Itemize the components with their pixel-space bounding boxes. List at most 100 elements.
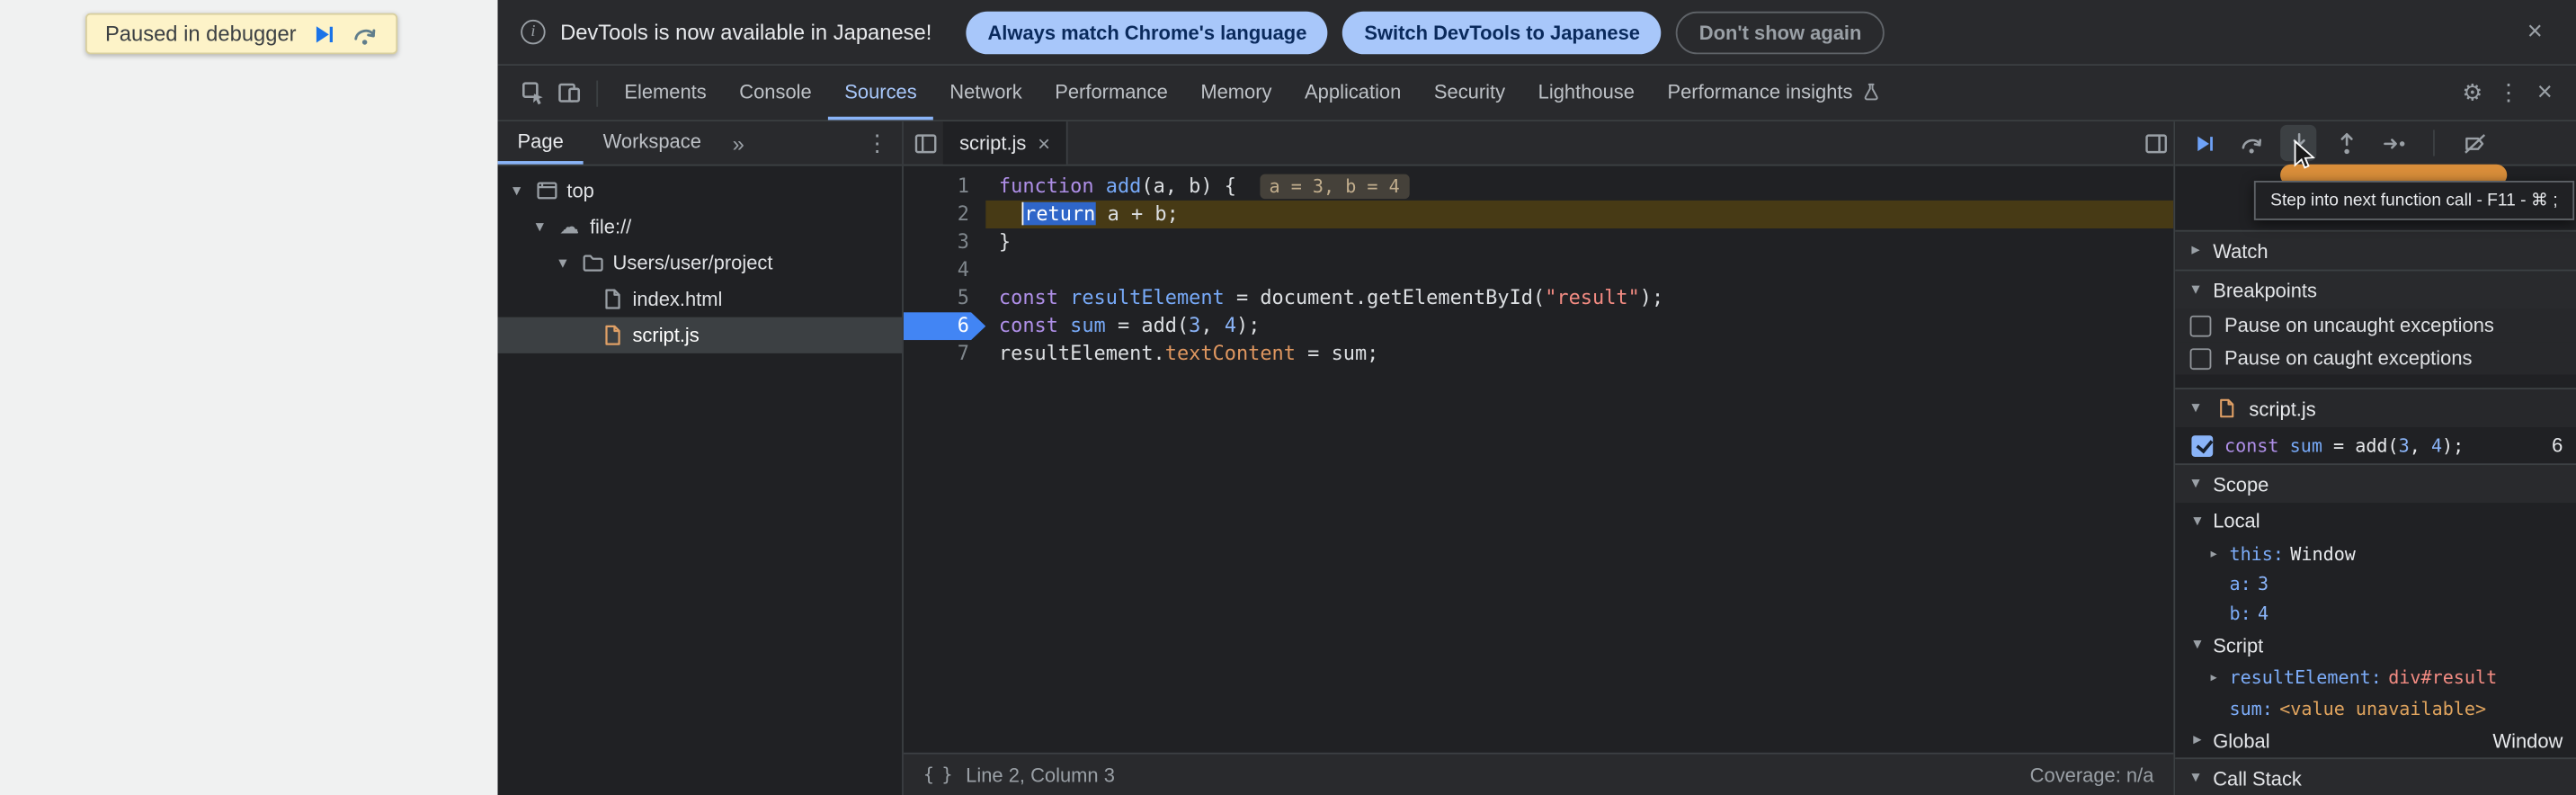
scope-a[interactable]: a: 3 [2175, 568, 2576, 598]
device-toolbar-icon[interactable] [550, 75, 586, 111]
page-background: Paused in debugger [0, 0, 498, 795]
code-line-2-execution[interactable]: 2 return a + b; [904, 201, 2173, 228]
infobar-close-icon[interactable]: × [2517, 14, 2553, 50]
sources-panel: Page Workspace » ⋮ ▾ top ▾ ☁ [498, 121, 2576, 795]
tab-performance-insights[interactable]: Performance insights [1651, 66, 1897, 120]
scope-var-name: resultElement: [2229, 667, 2381, 689]
switch-devtools-japanese-button[interactable]: Switch DevTools to Japanese [1343, 11, 1662, 54]
collapse-arrow-icon[interactable]: ▾ [2188, 636, 2206, 654]
code-line-7[interactable]: 7 resultElement.textContent = sum; [904, 340, 2173, 368]
collapse-arrow-icon[interactable]: ▾ [2188, 512, 2206, 530]
line-number[interactable]: 5 [904, 284, 985, 312]
code-line-5[interactable]: 5 const resultElement = document.getElem… [904, 284, 2173, 312]
tab-network[interactable]: Network [933, 66, 1038, 120]
step-over-icon[interactable] [352, 21, 379, 47]
tree-item-index-html[interactable]: index.html [498, 281, 902, 317]
tree-item-label: file:// [590, 215, 631, 238]
tab-console[interactable]: Console [723, 66, 828, 120]
breakpoint-file-group[interactable]: ▾ script.js [2175, 388, 2576, 427]
tree-item-top[interactable]: ▾ top [498, 173, 902, 209]
code-line-4[interactable]: 4 [904, 256, 2173, 284]
collapse-arrow-icon[interactable]: ▸ [2187, 242, 2205, 260]
scope-b[interactable]: b: 4 [2175, 598, 2576, 628]
line-number[interactable]: 2 [904, 201, 985, 228]
expand-arrow-icon[interactable]: ▾ [530, 218, 548, 236]
call-stack-section-header[interactable]: ▾ Call Stack [2175, 757, 2576, 795]
tree-item-script-js[interactable]: script.js [498, 317, 902, 353]
pause-uncaught-exceptions-row[interactable]: Pause on uncaught exceptions [2175, 309, 2576, 343]
line-number[interactable]: 3 [904, 228, 985, 256]
code-line-3[interactable]: 3 } [904, 228, 2173, 256]
script-document-icon [598, 322, 626, 348]
scope-local-group[interactable]: ▾ Local [2175, 503, 2576, 539]
tree-item-file-scheme[interactable]: ▾ ☁ file:// [498, 209, 902, 245]
file-tab-script-js[interactable]: script.js × [943, 121, 1068, 165]
deactivate-breakpoints-icon[interactable] [2456, 125, 2492, 161]
navigator-menu-icon[interactable]: ⋮ [860, 125, 896, 161]
inspect-element-icon[interactable] [514, 75, 550, 111]
language-infobar: i DevTools is now available in Japanese!… [498, 0, 2576, 66]
tab-performance[interactable]: Performance [1038, 66, 1184, 120]
tab-sources[interactable]: Sources [828, 66, 933, 120]
expand-arrow-icon[interactable]: ▸ [2205, 669, 2223, 687]
dont-show-again-button[interactable]: Don't show again [1676, 11, 1885, 54]
scope-this[interactable]: ▸ this: Window [2175, 539, 2576, 568]
resume-script-icon[interactable] [2185, 125, 2221, 161]
scope-global-value: Window [2492, 728, 2576, 752]
tab-lighthouse[interactable]: Lighthouse [1521, 66, 1651, 120]
step-icon[interactable] [2375, 125, 2411, 161]
breakpoints-section-header[interactable]: ▾ Breakpoints [2175, 270, 2576, 309]
collapse-arrow-icon[interactable]: ▾ [2187, 475, 2205, 493]
close-tab-icon[interactable]: × [1038, 130, 1050, 155]
line-number[interactable]: 1 [904, 173, 985, 201]
frame-icon [532, 177, 560, 203]
code-editor[interactable]: 1 function add(a, b) {a = 3, b = 4 2 ret… [904, 166, 2173, 753]
step-over-icon[interactable] [2233, 125, 2268, 161]
pause-caught-checkbox[interactable] [2190, 347, 2212, 369]
breakpoint-marker[interactable]: 6 [904, 312, 985, 340]
mouse-cursor-icon [2294, 139, 2315, 171]
tab-strip-spacer [1068, 121, 2137, 165]
collapse-arrow-icon[interactable]: ▾ [2187, 399, 2205, 417]
format-braces-icon[interactable]: { } [923, 764, 951, 786]
resume-script-icon[interactable] [311, 21, 337, 47]
breakpoint-entry[interactable]: const sum = add(3, 4); 6 [2175, 427, 2576, 463]
scope-script-group[interactable]: ▾ Script [2175, 628, 2576, 662]
tab-memory[interactable]: Memory [1184, 66, 1288, 120]
expand-arrow-icon[interactable]: ▾ [554, 254, 572, 272]
collapse-arrow-icon[interactable]: ▾ [2187, 769, 2205, 787]
expand-arrow-icon[interactable]: ▾ [508, 182, 526, 200]
panel-toggle-icon[interactable] [2137, 125, 2173, 161]
tab-elements[interactable]: Elements [608, 66, 723, 120]
navigator-tab-workspace[interactable]: Workspace [584, 121, 721, 165]
tree-item-project-folder[interactable]: ▾ Users/user/project [498, 245, 902, 281]
tab-application[interactable]: Application [1288, 66, 1418, 120]
pause-caught-exceptions-row[interactable]: Pause on caught exceptions [2175, 342, 2576, 375]
watch-section-header[interactable]: ▸ Watch [2175, 230, 2576, 270]
step-out-icon[interactable] [2328, 125, 2364, 161]
line-number[interactable]: 7 [904, 340, 985, 368]
scope-result-element[interactable]: ▸ resultElement: div#result [2175, 662, 2576, 693]
match-chrome-language-button[interactable]: Always match Chrome's language [967, 11, 1328, 54]
more-tabs-icon[interactable]: » [721, 121, 756, 165]
scope-global-group[interactable]: ▸ Global Window [2175, 723, 2576, 757]
scope-sum[interactable]: sum: <value unavailable> [2175, 693, 2576, 723]
tab-security[interactable]: Security [1418, 66, 1522, 120]
settings-gear-icon[interactable]: ⚙ [2455, 75, 2491, 111]
pause-uncaught-checkbox[interactable] [2190, 315, 2212, 336]
expand-arrow-icon[interactable]: ▸ [2205, 545, 2223, 563]
section-gap [2175, 375, 2576, 389]
hide-navigator-icon[interactable] [907, 125, 943, 161]
expand-arrow-icon[interactable]: ▸ [2188, 731, 2206, 749]
navigator-tab-page[interactable]: Page [498, 121, 584, 165]
infobar-message: DevTools is now available in Japanese! [560, 20, 931, 44]
cursor-position-text: Line 2, Column 3 [966, 764, 1115, 787]
code-line-6-breakpoint[interactable]: 6 const sum = add(3, 4); [904, 312, 2173, 340]
line-number[interactable]: 4 [904, 256, 985, 284]
kebab-menu-icon[interactable]: ⋮ [2491, 75, 2527, 111]
code-line-1[interactable]: 1 function add(a, b) {a = 3, b = 4 [904, 173, 2173, 201]
breakpoint-checkbox[interactable] [2191, 434, 2213, 456]
collapse-arrow-icon[interactable]: ▾ [2187, 281, 2205, 299]
scope-section-header[interactable]: ▾ Scope [2175, 463, 2576, 503]
devtools-close-icon[interactable]: × [2527, 75, 2563, 111]
